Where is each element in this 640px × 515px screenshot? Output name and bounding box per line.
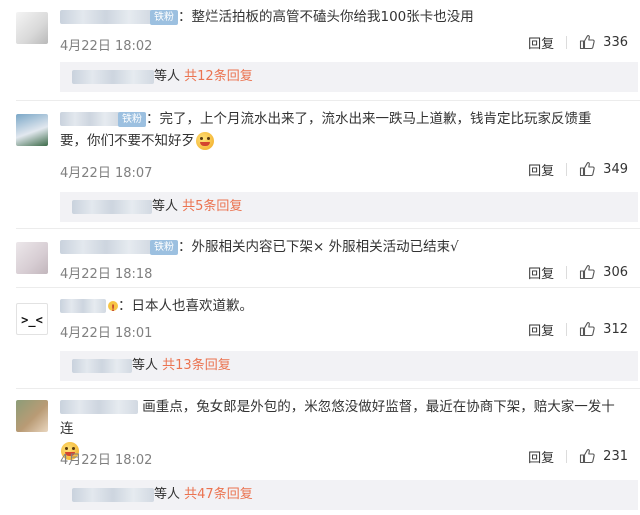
like-count: 349: [603, 161, 628, 177]
sub-replies: 等人 共12条回复: [60, 62, 638, 92]
username-blurred[interactable]: [60, 240, 152, 254]
sub-replies-suffix: 等人: [154, 69, 181, 84]
action-divider: [566, 265, 568, 279]
username-blurred[interactable]: [60, 299, 106, 313]
warning-badge-icon: [108, 298, 118, 320]
action-divider: [566, 162, 568, 176]
username-blurred[interactable]: [60, 10, 152, 24]
avatar[interactable]: [16, 400, 48, 432]
comment-time: 4月22日 18:02: [60, 39, 153, 54]
reply-usernames-blurred: [72, 358, 132, 373]
sub-replies-suffix: 等人: [152, 199, 179, 214]
reply-usernames-blurred: [72, 487, 154, 502]
view-replies-link[interactable]: 共47条回复: [184, 487, 253, 502]
fan-badge: 铁粉: [150, 239, 178, 255]
divider: [16, 287, 640, 288]
action-divider: [566, 449, 568, 463]
thumbs-up-icon: [580, 449, 595, 464]
sub-replies-suffix: 等人: [154, 487, 181, 502]
view-replies-link[interactable]: 共13条回复: [162, 358, 231, 373]
thumbs-up-icon: [580, 162, 595, 177]
thumbs-up-icon: [580, 35, 595, 50]
like-count: 231: [603, 448, 628, 464]
like-count: 306: [603, 264, 628, 280]
like-count: 336: [603, 34, 628, 50]
like-button[interactable]: 349: [579, 161, 628, 177]
comment-time: 4月22日 18:07: [60, 166, 153, 181]
sub-replies: 等人 共47条回复: [60, 480, 638, 510]
reply-button[interactable]: 回复: [528, 263, 554, 282]
divider: [16, 388, 640, 389]
reply-button[interactable]: 回复: [528, 33, 554, 52]
fan-badge: 铁粉: [150, 9, 178, 25]
reply-usernames-blurred: [72, 69, 154, 84]
like-button[interactable]: 306: [579, 264, 628, 280]
like-button[interactable]: 312: [579, 321, 628, 337]
avatar[interactable]: [16, 114, 48, 146]
action-divider: [566, 35, 568, 49]
comment-text: ：外服相关内容已下架× 外服相关活动已结束√: [178, 239, 459, 255]
avatar-face-text: >_<: [21, 313, 43, 327]
like-button[interactable]: 336: [579, 34, 628, 50]
view-replies-link[interactable]: 共5条回复: [182, 199, 242, 214]
username-blurred[interactable]: [60, 112, 120, 126]
sub-replies: 等人 共13条回复: [60, 351, 638, 381]
reply-button[interactable]: 回复: [528, 320, 554, 339]
like-button[interactable]: 231: [579, 448, 628, 464]
sub-replies-suffix: 等人: [132, 358, 159, 373]
comment-time: 4月22日 18:01: [60, 326, 153, 341]
reply-button[interactable]: 回复: [528, 447, 554, 466]
like-count: 312: [603, 321, 628, 337]
avatar[interactable]: [16, 12, 48, 44]
comment-text: ：日本人也喜欢道歉。: [118, 298, 253, 314]
divider: [16, 100, 640, 101]
view-replies-link[interactable]: 共12条回复: [184, 69, 253, 84]
comment-text: ：整烂活拍板的高管不磕头你给我100张卡也没用: [178, 9, 474, 25]
emoji-icon: [196, 132, 214, 150]
comment-time: 4月22日 18:18: [60, 267, 153, 282]
avatar[interactable]: [16, 242, 48, 274]
reply-button[interactable]: 回复: [528, 160, 554, 179]
username-blurred[interactable]: [60, 400, 138, 414]
action-divider: [566, 322, 568, 336]
fan-badge: 铁粉: [118, 111, 146, 127]
sub-replies: 等人 共5条回复: [60, 192, 638, 222]
divider: [16, 228, 640, 229]
avatar[interactable]: >_<: [16, 303, 48, 335]
comment-time: 4月22日 18:02: [60, 453, 153, 468]
thumbs-up-icon: [580, 265, 595, 280]
comment-text: 画重点，兔女郎是外包的，米忽悠没做好监督，最近在协商下架，赔大家一发十连: [60, 399, 615, 437]
reply-usernames-blurred: [72, 199, 152, 214]
thumbs-up-icon: [580, 322, 595, 337]
